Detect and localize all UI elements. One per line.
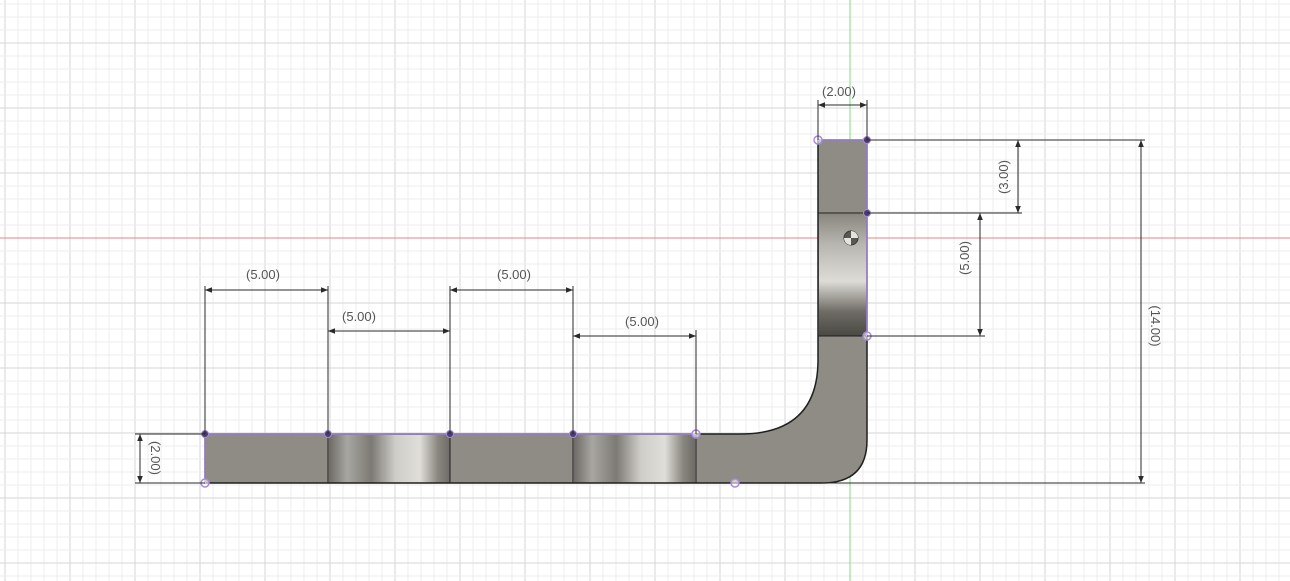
dimension-upper-height-label[interactable]: (3.00): [996, 160, 1011, 194]
origin-marker-icon[interactable]: [843, 230, 859, 246]
dimension-top-width-label[interactable]: (2.00): [822, 84, 856, 99]
dimension-base-thickness-label[interactable]: (2.00): [148, 441, 163, 475]
sketch-canvas[interactable]: (5.00) (5.00) (5.00) (5.00) (2.00) (3.00…: [0, 0, 1290, 581]
dimension-seg4-label[interactable]: (5.00): [625, 314, 659, 329]
dimension-seg1-label[interactable]: (5.00): [246, 267, 280, 282]
sketch-point-open[interactable]: [730, 478, 740, 488]
dimension-top-width[interactable]: (2.00): [817, 84, 868, 140]
sketch-grid: [0, 0, 1290, 581]
dimension-mid-height-label[interactable]: (5.00): [957, 241, 972, 275]
profile-face-shaded-vertical: [819, 214, 867, 336]
profile-face-shaded-1: [329, 435, 450, 483]
dimension-seg2-label[interactable]: (5.00): [342, 309, 376, 324]
dimension-total-height-label[interactable]: (14.00): [1148, 305, 1163, 346]
dimension-seg3-label[interactable]: (5.00): [497, 267, 531, 282]
dimension-seg4[interactable]: (5.00): [573, 314, 697, 434]
dimension-seg1[interactable]: (5.00): [204, 267, 329, 434]
profile-face-shaded-2: [574, 435, 695, 483]
dimension-seg2[interactable]: (5.00): [328, 286, 451, 434]
